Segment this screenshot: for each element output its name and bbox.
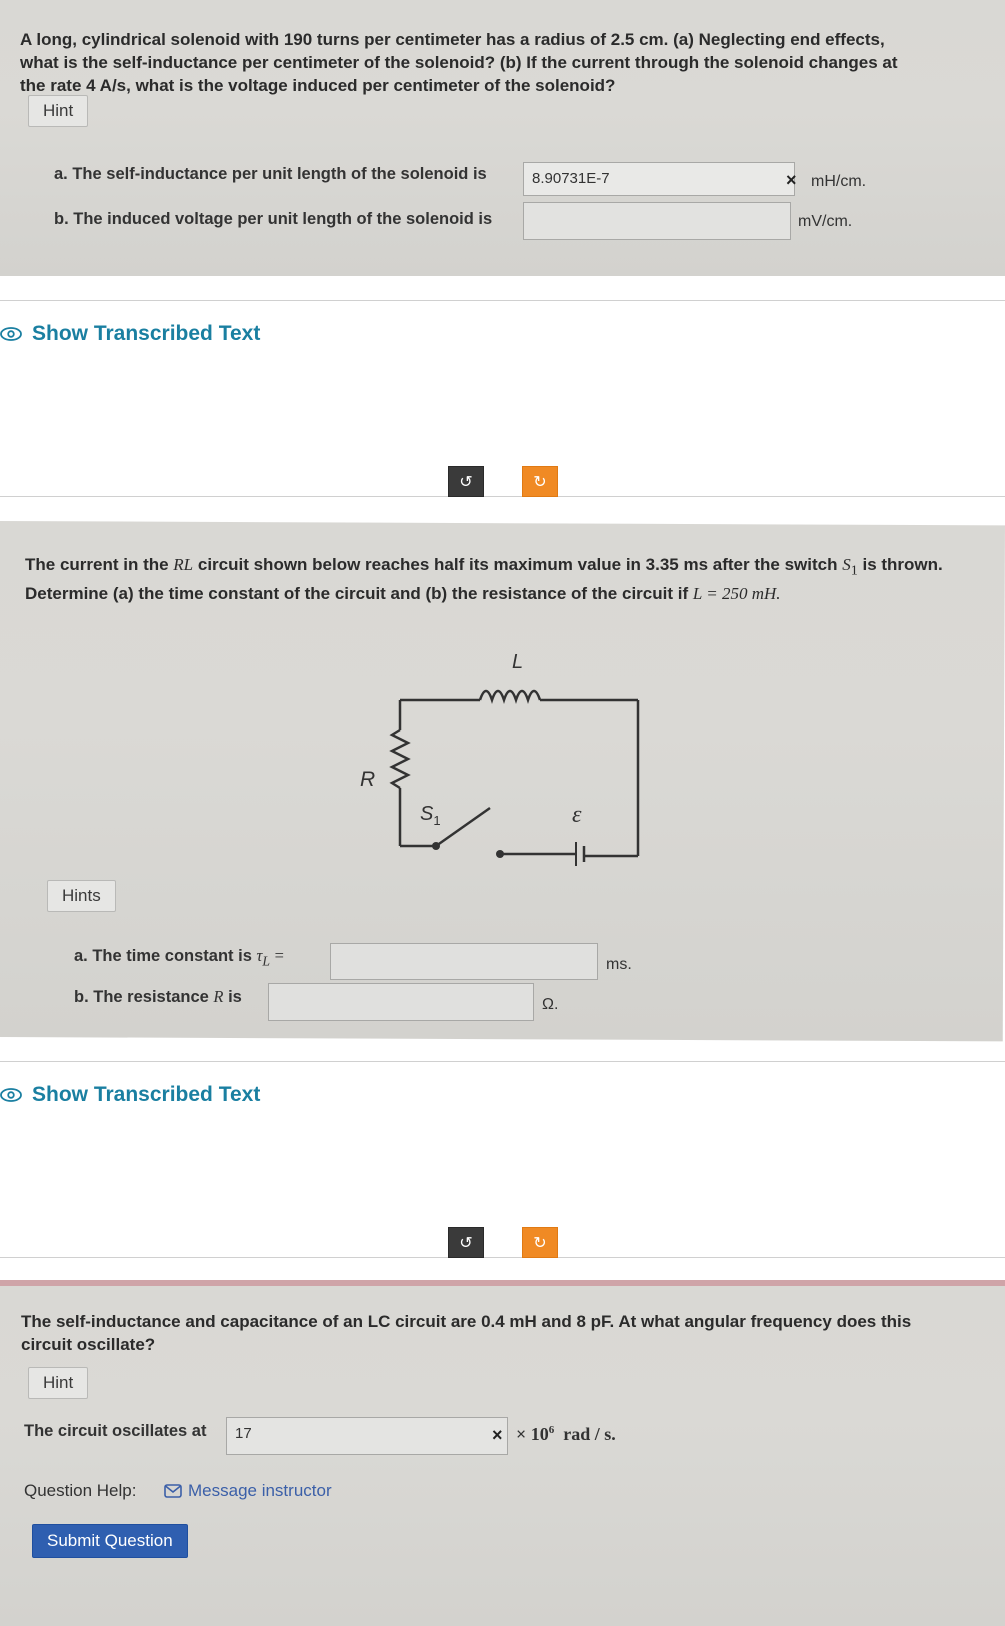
message-instructor-link[interactable]: Message instructor (164, 1481, 332, 1501)
redo-icon: ↻ (533, 473, 547, 491)
show-transcribed-text-link[interactable]: Show Transcribed Text (0, 322, 260, 346)
inductor-coil (478, 689, 542, 704)
eye-icon (0, 1088, 22, 1102)
question-2-text: The current in the RL circuit shown belo… (25, 555, 943, 604)
panel-top-edge (0, 1280, 1005, 1286)
question-3-text: The self-inductance and capacitance of a… (21, 1312, 912, 1354)
angular-frequency-input[interactable]: 17 (226, 1417, 508, 1455)
self-inductance-unit: mH/cm. (811, 173, 867, 190)
induced-voltage-input[interactable] (523, 202, 791, 240)
time-constant-label: a. The time constant is τL = (74, 946, 284, 969)
question-3-panel: The self-inductance and capacitance of a… (0, 1280, 1005, 1626)
incorrect-icon: × (492, 1425, 503, 1445)
hints-button[interactable]: Hints (47, 880, 116, 912)
show-transcribed-text-link[interactable]: Show Transcribed Text (0, 1083, 260, 1107)
question-1-text: A long, cylindrical solenoid with 190 tu… (20, 30, 898, 95)
redo-button[interactable]: ↻ (522, 466, 558, 497)
resistance-label: b. The resistance R is (74, 987, 242, 1006)
self-inductance-input[interactable]: 8.90731E-7 (523, 162, 795, 196)
switch-label: S1 (420, 803, 441, 828)
induced-voltage-unit: mV/cm. (798, 213, 853, 230)
rl-circuit-diagram: L R S1 ε (360, 651, 640, 866)
hint-button[interactable]: Hint (28, 95, 89, 127)
undo-button[interactable]: ↺ (448, 1227, 484, 1258)
oscillation-label: The circuit oscillates at (24, 1422, 207, 1440)
time-constant-unit: ms. (606, 956, 632, 973)
submit-question-button[interactable]: Submit Question (32, 1524, 188, 1558)
eye-icon (0, 327, 22, 341)
undo-icon: ↺ (459, 1234, 473, 1252)
mail-icon (164, 1484, 182, 1498)
divider (0, 496, 1005, 497)
resistance-input[interactable] (268, 983, 534, 1021)
question-1-panel: A long, cylindrical solenoid with 190 tu… (0, 0, 1005, 276)
question-help-label: Question Help: (24, 1481, 137, 1500)
divider (0, 1257, 1005, 1258)
switch-arm (435, 806, 491, 848)
self-inductance-label: a. The self-inductance per unit length o… (54, 165, 487, 183)
resistor-label: R (360, 768, 375, 791)
angular-frequency-unit: × 106 rad / s. (516, 1424, 616, 1444)
undo-icon: ↺ (459, 473, 473, 491)
resistor (389, 728, 411, 790)
incorrect-icon: × (786, 170, 797, 190)
redo-icon: ↻ (533, 1234, 547, 1252)
show-transcribed-text-label: Show Transcribed Text (32, 1083, 261, 1106)
divider (0, 300, 1005, 301)
show-transcribed-text-label: Show Transcribed Text (32, 322, 261, 345)
emf-label: ε (572, 802, 582, 828)
undo-button[interactable]: ↺ (448, 466, 484, 497)
inductor-label: L (512, 651, 523, 673)
induced-voltage-label: b. The induced voltage per unit length o… (54, 210, 493, 228)
hint-button[interactable]: Hint (28, 1367, 89, 1399)
message-instructor-label: Message instructor (188, 1481, 332, 1500)
resistance-unit: Ω. (542, 996, 559, 1013)
redo-button[interactable]: ↻ (522, 1227, 558, 1258)
time-constant-input[interactable] (330, 943, 598, 980)
divider (0, 1061, 1005, 1062)
